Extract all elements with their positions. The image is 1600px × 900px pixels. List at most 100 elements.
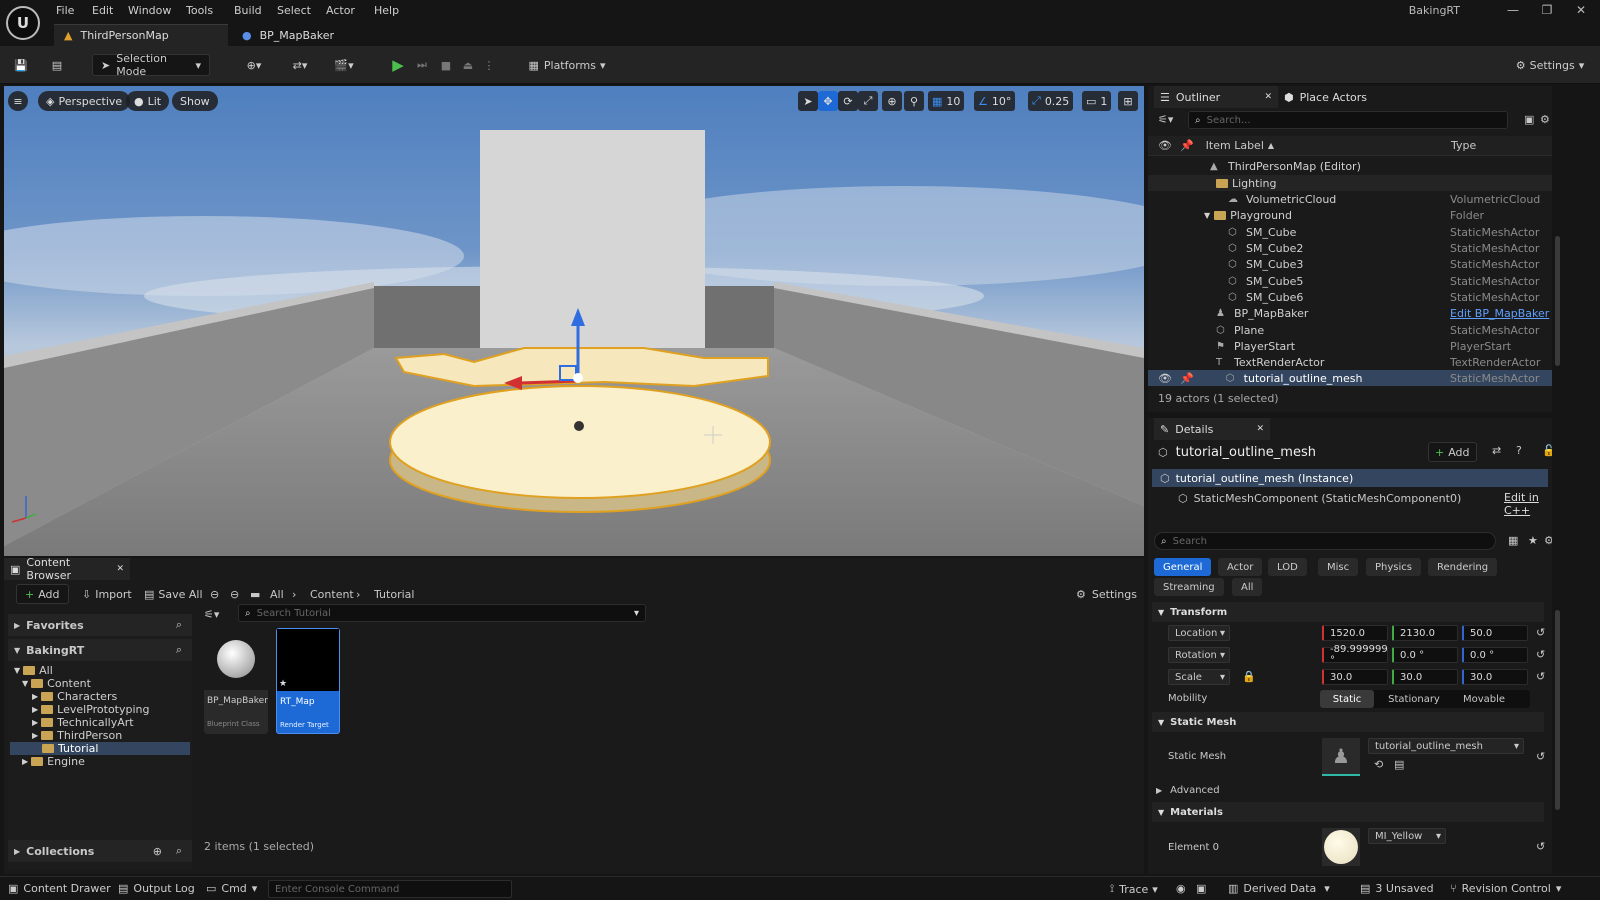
outliner-row[interactable]: ▼ Playground Folder [1148, 207, 1552, 223]
filter-icon[interactable]: ⚟▾ [1158, 113, 1173, 126]
record-icon[interactable]: ◉ [1176, 882, 1186, 895]
perspective-button[interactable]: ◈ Perspective [38, 91, 131, 111]
surface-snap-icon[interactable]: ⚲ [904, 91, 924, 111]
browse-asset-icon[interactable]: ▤ [1394, 758, 1404, 771]
gizmo-center[interactable] [573, 373, 583, 383]
cinematics-icon[interactable]: 🎬▾ [328, 54, 360, 76]
tree-item-tutorial[interactable]: Tutorial [10, 742, 190, 755]
scale-x-field[interactable]: 30.0 [1322, 669, 1388, 685]
location-dropdown[interactable]: Location ▾ [1168, 625, 1230, 641]
viewport-layout-icon[interactable]: ⊞ [1118, 91, 1138, 111]
tab-place-actors[interactable]: ⬢ Place Actors [1284, 86, 1367, 108]
menu-file[interactable]: File [56, 4, 74, 17]
import-button[interactable]: ⇩ Import [82, 584, 132, 604]
tab-details[interactable]: ✎ Details ✕ [1154, 418, 1270, 440]
category-rendering[interactable]: Rendering [1428, 558, 1498, 576]
unreal-logo-icon[interactable]: U [6, 6, 40, 40]
static-mesh-dropdown[interactable]: tutorial_outline_mesh ▾ [1368, 738, 1524, 754]
close-icon[interactable]: ✕ [1264, 92, 1272, 102]
tab-content-browser[interactable]: ▣ Content Browser ✕ [4, 556, 130, 582]
save-all-button[interactable]: ▤ Save All [144, 584, 203, 604]
edit-bp-mapbaker-link[interactable]: Edit BP_MapBaker [1450, 307, 1549, 320]
static-mesh-thumbnail[interactable]: ♟ [1322, 738, 1360, 776]
outliner-row[interactable]: Lighting [1148, 175, 1552, 191]
search-icon[interactable]: ⌕ [176, 643, 182, 657]
blueprint-menu-icon[interactable]: ⇄▾ [284, 54, 316, 76]
outliner-row[interactable]: ▲ ThirdPersonMap (Editor) [1148, 158, 1552, 174]
browse-icon[interactable]: ▤ [46, 54, 68, 76]
lock-icon[interactable]: 🔓 [1542, 444, 1552, 457]
forward-icon[interactable]: ⊖ [230, 588, 239, 601]
column-type[interactable]: Type [1451, 139, 1476, 152]
tree-item-levelprototyping[interactable]: ▶ LevelPrototyping [32, 703, 150, 716]
use-selected-icon[interactable]: ⟲ [1374, 758, 1383, 771]
scale-y-field[interactable]: 30.0 [1392, 669, 1458, 685]
move-tool-icon[interactable]: ✥ [818, 91, 838, 111]
outliner-row[interactable]: T TextRenderActor TextRenderActor [1148, 354, 1552, 370]
select-tool-icon[interactable]: ➤ [798, 91, 818, 111]
output-log-button[interactable]: ▤ Output Log [118, 882, 195, 895]
outliner-row[interactable]: ☁ VolumetricCloud VolumetricCloud [1148, 191, 1552, 207]
show-button[interactable]: Show [172, 91, 218, 111]
tree-item-all[interactable]: ▼ All [14, 664, 53, 677]
world-space-icon[interactable]: ⊕ [882, 91, 902, 111]
menu-actor[interactable]: Actor [326, 4, 355, 17]
table-view-icon[interactable]: ▦ [1508, 534, 1518, 547]
eject-icon[interactable]: ⏏ [458, 54, 478, 76]
reset-icon[interactable]: ↺ [1536, 648, 1545, 661]
outliner-row[interactable]: ⚑ PlayerStart PlayerStart [1148, 338, 1552, 354]
step-icon[interactable]: ⏭ [412, 54, 432, 76]
tab-outliner[interactable]: ☰ Outliner ✕ [1154, 86, 1278, 108]
location-z-field[interactable]: 50.0 [1462, 625, 1528, 641]
outliner-row[interactable]: ♟ BP_MapBaker Edit BP_MapBaker [1148, 305, 1552, 321]
category-lod[interactable]: LOD [1268, 558, 1307, 576]
breadcrumb-all[interactable]: All [270, 588, 284, 601]
help-icon[interactable]: ? [1516, 444, 1522, 457]
mobility-static[interactable]: Static [1320, 690, 1374, 708]
save-icon[interactable]: 💾 [10, 54, 32, 76]
cmd-dropdown[interactable]: ▭ Cmd ▾ [206, 882, 257, 895]
rotate-tool-icon[interactable]: ⟳ [838, 91, 858, 111]
scale-snap-button[interactable]: ⤢ 0.25 [1028, 91, 1074, 111]
column-item-label[interactable]: Item Label [1206, 139, 1264, 152]
section-materials[interactable]: ▼ Materials [1152, 802, 1544, 822]
tab-bp-mapbaker[interactable]: ● BP_MapBaker [232, 24, 362, 46]
menu-build[interactable]: Build [234, 4, 262, 17]
tree-item-technicallyart[interactable]: ▶ TechnicallyArt [32, 716, 134, 729]
rotation-dropdown[interactable]: Rotation ▾ [1168, 647, 1230, 663]
section-advanced[interactable]: ▶ Advanced [1156, 782, 1220, 798]
rotation-x-field[interactable]: -89.999999 ° [1322, 644, 1388, 666]
location-x-field[interactable]: 1520.0 [1322, 625, 1388, 641]
details-scrollbar[interactable] [1555, 610, 1560, 810]
breadcrumb-tutorial[interactable]: Tutorial [374, 588, 414, 601]
play-icon[interactable]: ▶ [388, 54, 408, 76]
asset-tile-rt-map[interactable]: ★ RT_Map Render Target [276, 628, 340, 734]
category-streaming[interactable]: Streaming [1154, 578, 1224, 596]
menu-help[interactable]: Help [374, 4, 399, 17]
reset-icon[interactable]: ↺ [1536, 750, 1545, 763]
trace-dropdown[interactable]: ⟟ Trace ▾ [1110, 882, 1158, 896]
maximize-icon[interactable]: ❐ [1534, 3, 1560, 17]
add-collection-icon[interactable]: ⊕ [153, 845, 162, 858]
more-options-icon[interactable]: ⋮ [482, 54, 496, 76]
grid-snap-button[interactable]: ▦ 10 [928, 91, 965, 111]
location-y-field[interactable]: 2130.0 [1392, 625, 1458, 641]
category-all[interactable]: All [1232, 578, 1263, 596]
asset-tile-bp-mapbaker[interactable]: BP_MapBaker Blueprint Class [204, 628, 268, 734]
derived-data-dropdown[interactable]: ▥ Derived Data ▾ [1228, 882, 1330, 895]
menu-window[interactable]: Window [128, 4, 171, 17]
revision-control-dropdown[interactable]: ⑂ Revision Control ▾ [1450, 882, 1561, 895]
mobility-stationary[interactable]: Stationary [1374, 694, 1454, 705]
component-row[interactable]: ⬡ StaticMeshComponent (StaticMeshCompone… [1178, 489, 1461, 507]
tree-item-thirdperson[interactable]: ▶ ThirdPerson [32, 729, 122, 742]
reset-icon[interactable]: ↺ [1536, 840, 1545, 853]
outliner-row[interactable]: ⬡ SM_Cube6 StaticMeshActor [1148, 289, 1552, 305]
section-transform[interactable]: ▼ Transform [1152, 602, 1544, 622]
menu-edit[interactable]: Edit [92, 4, 113, 17]
rotation-z-field[interactable]: 0.0 ° [1462, 647, 1528, 663]
tree-item-characters[interactable]: ▶ Characters [32, 690, 117, 703]
mobility-movable[interactable]: Movable [1454, 694, 1514, 705]
rotation-y-field[interactable]: 0.0 ° [1392, 647, 1458, 663]
project-header[interactable]: ▼ BakingRT ⌕ [8, 639, 192, 661]
camera-speed-button[interactable]: ▭ 1 [1082, 91, 1112, 111]
